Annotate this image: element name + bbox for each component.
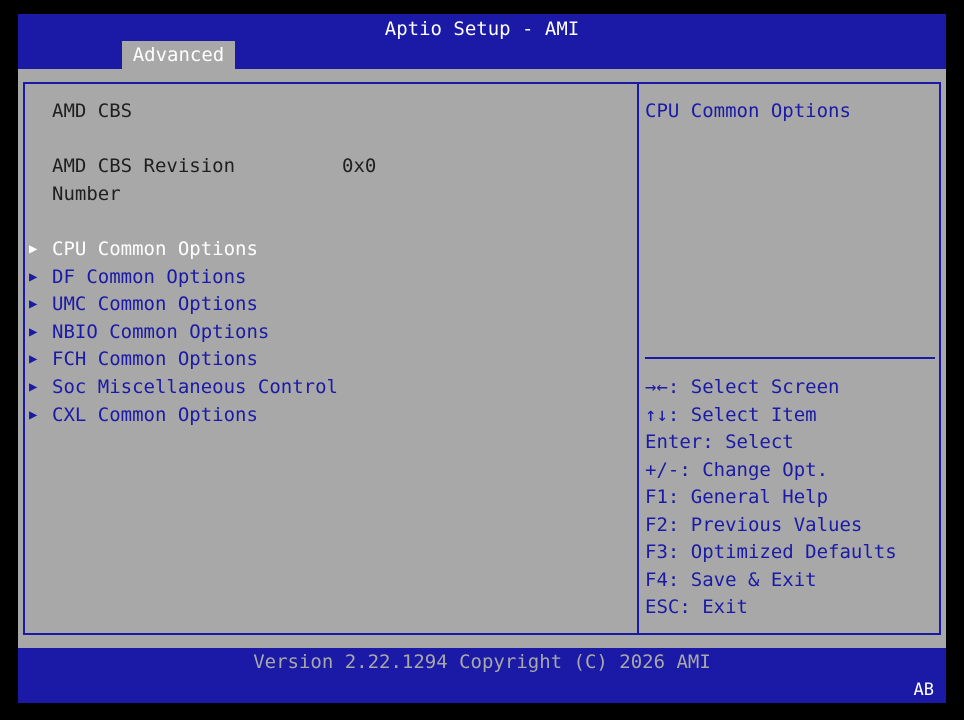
key-help-esc: ESC: Exit bbox=[645, 596, 748, 618]
key-help-f2: F2: Previous Values bbox=[645, 514, 863, 536]
triangle-right-icon: ▶ bbox=[29, 324, 38, 340]
menu-item-label: CXL Common Options bbox=[52, 404, 258, 426]
triangle-right-icon: ▶ bbox=[29, 407, 38, 423]
menu-item-label: DF Common Options bbox=[52, 266, 247, 288]
key-help-change-opt: +/-: Change Opt. bbox=[645, 459, 829, 481]
key-help-f1: F1: General Help bbox=[645, 486, 829, 508]
revision-label-line2: Number bbox=[52, 183, 121, 205]
build-tag: AB bbox=[913, 680, 934, 700]
section-title: AMD CBS bbox=[52, 100, 133, 122]
title-bar: Aptio Setup - AMI Advanced bbox=[18, 14, 946, 69]
key-help-enter: Enter: Select bbox=[645, 431, 794, 453]
triangle-right-icon: ▶ bbox=[29, 351, 38, 367]
menu-item-label: FCH Common Options bbox=[52, 348, 258, 370]
key-help-select-screen: →←: Select Screen bbox=[645, 376, 840, 398]
key-help-f4: F4: Save & Exit bbox=[645, 569, 817, 591]
help-separator bbox=[645, 357, 935, 359]
menu-item-label: UMC Common Options bbox=[52, 293, 258, 315]
panel-divider bbox=[637, 82, 639, 633]
menu-item-label: Soc Miscellaneous Control bbox=[52, 376, 338, 398]
key-arrows-lr-icon: →← bbox=[645, 376, 668, 398]
key-help-select-item: ↑↓: Select Item bbox=[645, 404, 817, 426]
triangle-right-icon: ▶ bbox=[29, 241, 38, 257]
triangle-right-icon: ▶ bbox=[29, 296, 38, 312]
key-help-f3: F3: Optimized Defaults bbox=[645, 541, 897, 563]
revision-label-line1: AMD CBS Revision bbox=[52, 155, 236, 177]
triangle-right-icon: ▶ bbox=[29, 269, 38, 285]
revision-value: 0x0 bbox=[342, 155, 377, 177]
version-text: Version 2.22.1294 Copyright (C) 2026 AMI bbox=[253, 651, 711, 673]
tab-advanced[interactable]: Advanced bbox=[122, 41, 235, 69]
menu-item-label: CPU Common Options bbox=[52, 238, 258, 260]
app-title: Aptio Setup - AMI bbox=[384, 18, 580, 40]
key-arrows-ud-icon: ↑↓ bbox=[645, 404, 668, 426]
main-content: AMD CBS AMD CBS Revision Number 0x0 ▶ CP… bbox=[18, 69, 946, 648]
triangle-right-icon: ▶ bbox=[29, 379, 38, 395]
bios-screen: Aptio Setup - AMI Advanced AMD CBS AMD C… bbox=[0, 0, 964, 720]
menu-item-label: NBIO Common Options bbox=[52, 321, 270, 343]
help-description: CPU Common Options bbox=[645, 100, 851, 122]
status-bar: Version 2.22.1294 Copyright (C) 2026 AMI… bbox=[18, 648, 946, 703]
